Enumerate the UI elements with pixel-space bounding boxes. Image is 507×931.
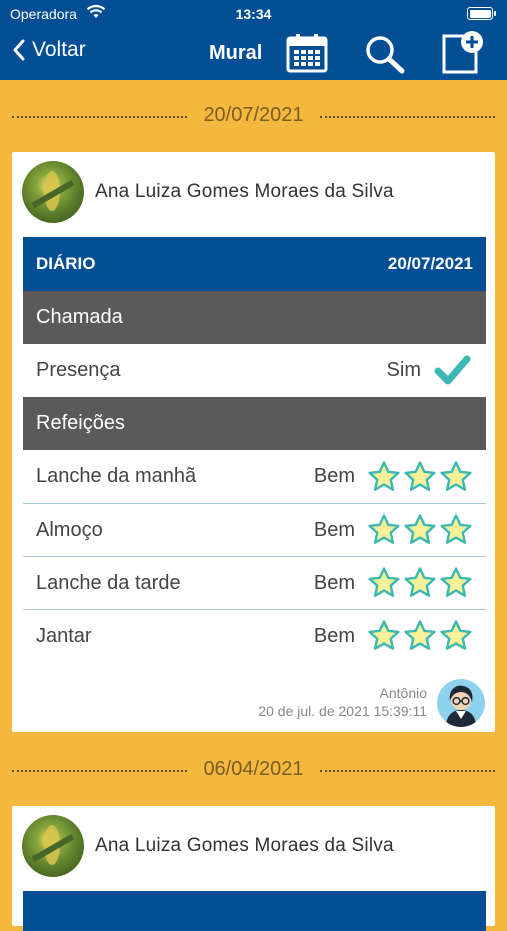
attendance-section-header: Chamada xyxy=(23,291,486,344)
diary-date: 20/07/2021 xyxy=(387,254,473,273)
meal-row: Lanche da tarde Bem xyxy=(23,556,486,609)
author-name: Antônio xyxy=(379,685,427,701)
star-rating xyxy=(367,566,473,600)
meal-value: Bem xyxy=(313,518,355,541)
star-icon xyxy=(368,514,400,544)
star-icon xyxy=(440,620,472,650)
star-rating xyxy=(367,460,473,494)
meal-label: Jantar xyxy=(36,624,92,647)
status-bar: Operadora 13:34 xyxy=(0,0,507,28)
post-card[interactable]: Ana Luiza Gomes Moraes da Silva xyxy=(12,806,495,931)
card-header: Ana Luiza Gomes Moraes da Silva xyxy=(12,152,495,232)
meal-value: Bem xyxy=(313,465,355,487)
teacher-avatar-icon xyxy=(446,685,476,727)
page-title: Mural xyxy=(209,42,263,64)
meal-label: Lanche da manhã xyxy=(36,465,197,487)
battery-icon xyxy=(467,7,496,20)
meal-row: Jantar Bem xyxy=(23,609,486,662)
star-icon xyxy=(440,567,472,597)
attendance-value: Sim xyxy=(386,359,421,381)
date-separator: 06/04/2021 xyxy=(12,758,495,782)
teacher-avatar xyxy=(437,679,485,727)
star-icon xyxy=(404,567,436,597)
meal-label: Almoço xyxy=(36,518,103,541)
navigation-bar: Voltar Mural xyxy=(0,28,507,80)
meal-value: Bem xyxy=(313,571,355,594)
student-name: Ana Luiza Gomes Moraes da Silva xyxy=(95,181,394,202)
attendance-label: Presença xyxy=(36,359,121,381)
student-name: Ana Luiza Gomes Moraes da Silva xyxy=(95,835,394,856)
meal-row: Lanche da manhã Bem xyxy=(23,450,486,503)
star-icon xyxy=(440,514,472,544)
back-label: Voltar xyxy=(32,38,86,61)
star-rating xyxy=(367,513,473,547)
student-avatar xyxy=(22,815,84,877)
check-icon xyxy=(434,355,471,384)
clock: 13:34 xyxy=(235,6,272,22)
meals-list: Lanche da manhã Bem Almoço Bem Lanche da tar… xyxy=(23,450,486,662)
post-timestamp: 20 de jul. de 2021 15:39:11 xyxy=(258,703,427,719)
date-separator: 20/07/2021 xyxy=(12,104,495,128)
student-avatar xyxy=(22,161,84,223)
search-icon[interactable] xyxy=(364,34,406,74)
star-icon xyxy=(368,567,400,597)
meal-row: Almoço Bem xyxy=(23,503,486,556)
diary-header xyxy=(23,891,486,931)
post-footer: Antônio 20 de jul. de 2021 15:39:11 xyxy=(185,679,485,733)
diary-header: DIÁRIO 20/07/2021 xyxy=(23,237,486,291)
chevron-left-icon xyxy=(13,39,25,61)
meals-section-header: Refeições xyxy=(23,397,486,450)
diary: DIÁRIO 20/07/2021 Chamada Presença Sim R… xyxy=(23,237,486,662)
new-post-icon[interactable] xyxy=(440,30,486,76)
star-icon xyxy=(404,514,436,544)
star-icon xyxy=(368,460,400,491)
back-button[interactable]: Voltar xyxy=(12,38,86,62)
meal-label: Lanche da tarde xyxy=(36,571,181,594)
calendar-icon[interactable] xyxy=(286,33,328,73)
post-card[interactable]: Ana Luiza Gomes Moraes da Silva DIÁRIO 2… xyxy=(12,152,495,732)
card-header: Ana Luiza Gomes Moraes da Silva xyxy=(12,806,495,886)
diary-label: DIÁRIO xyxy=(36,254,96,273)
meal-value: Bem xyxy=(313,624,355,647)
star-icon xyxy=(440,460,472,491)
star-icon xyxy=(404,460,436,491)
star-rating xyxy=(367,619,473,653)
star-icon xyxy=(404,620,436,650)
star-icon xyxy=(368,620,400,650)
attendance-row: Presença Sim xyxy=(23,344,486,397)
